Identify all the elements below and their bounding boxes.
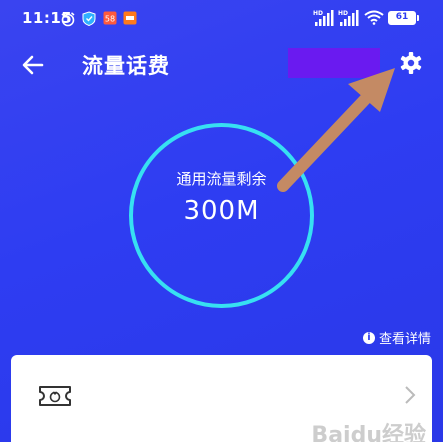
status-bar: 11:15 58 HD HD 61 xyxy=(0,0,443,38)
ticket-icon xyxy=(39,386,71,406)
signal-icon-2: HD xyxy=(338,10,359,26)
settings-gear-icon[interactable] xyxy=(396,48,426,78)
view-details-label: 查看详情 xyxy=(378,332,431,347)
shield-icon xyxy=(82,11,96,26)
masked-region xyxy=(288,48,380,78)
svg-text:HD: HD xyxy=(338,10,348,17)
package-card[interactable]: Baidu经验 xyxy=(11,355,432,442)
svg-text:HD: HD xyxy=(313,10,323,17)
usage-value: 300M xyxy=(183,196,260,226)
alarm-icon xyxy=(61,12,75,27)
battery-icon: 61 xyxy=(388,11,416,25)
view-details-link[interactable]: i 查看详情 xyxy=(362,328,431,347)
info-icon: i xyxy=(362,331,375,344)
svg-text:58: 58 xyxy=(105,15,115,24)
signal-icon-1: HD xyxy=(313,10,334,26)
app-notification-icon-2 xyxy=(123,11,137,25)
screen: 11:15 58 HD HD 61 流量话费 通用流量剩余 300M i 查看详… xyxy=(0,0,443,442)
app-notification-icon: 58 xyxy=(103,11,117,25)
chevron-right-icon xyxy=(405,386,416,404)
battery-tip xyxy=(417,15,419,21)
usage-label: 通用流量剩余 xyxy=(176,170,267,188)
battery-level: 61 xyxy=(395,12,409,22)
back-arrow-icon[interactable] xyxy=(18,50,48,80)
watermark: Baidu经验 xyxy=(311,423,426,442)
page-title: 流量话费 xyxy=(82,54,170,78)
wifi-icon xyxy=(364,10,384,25)
